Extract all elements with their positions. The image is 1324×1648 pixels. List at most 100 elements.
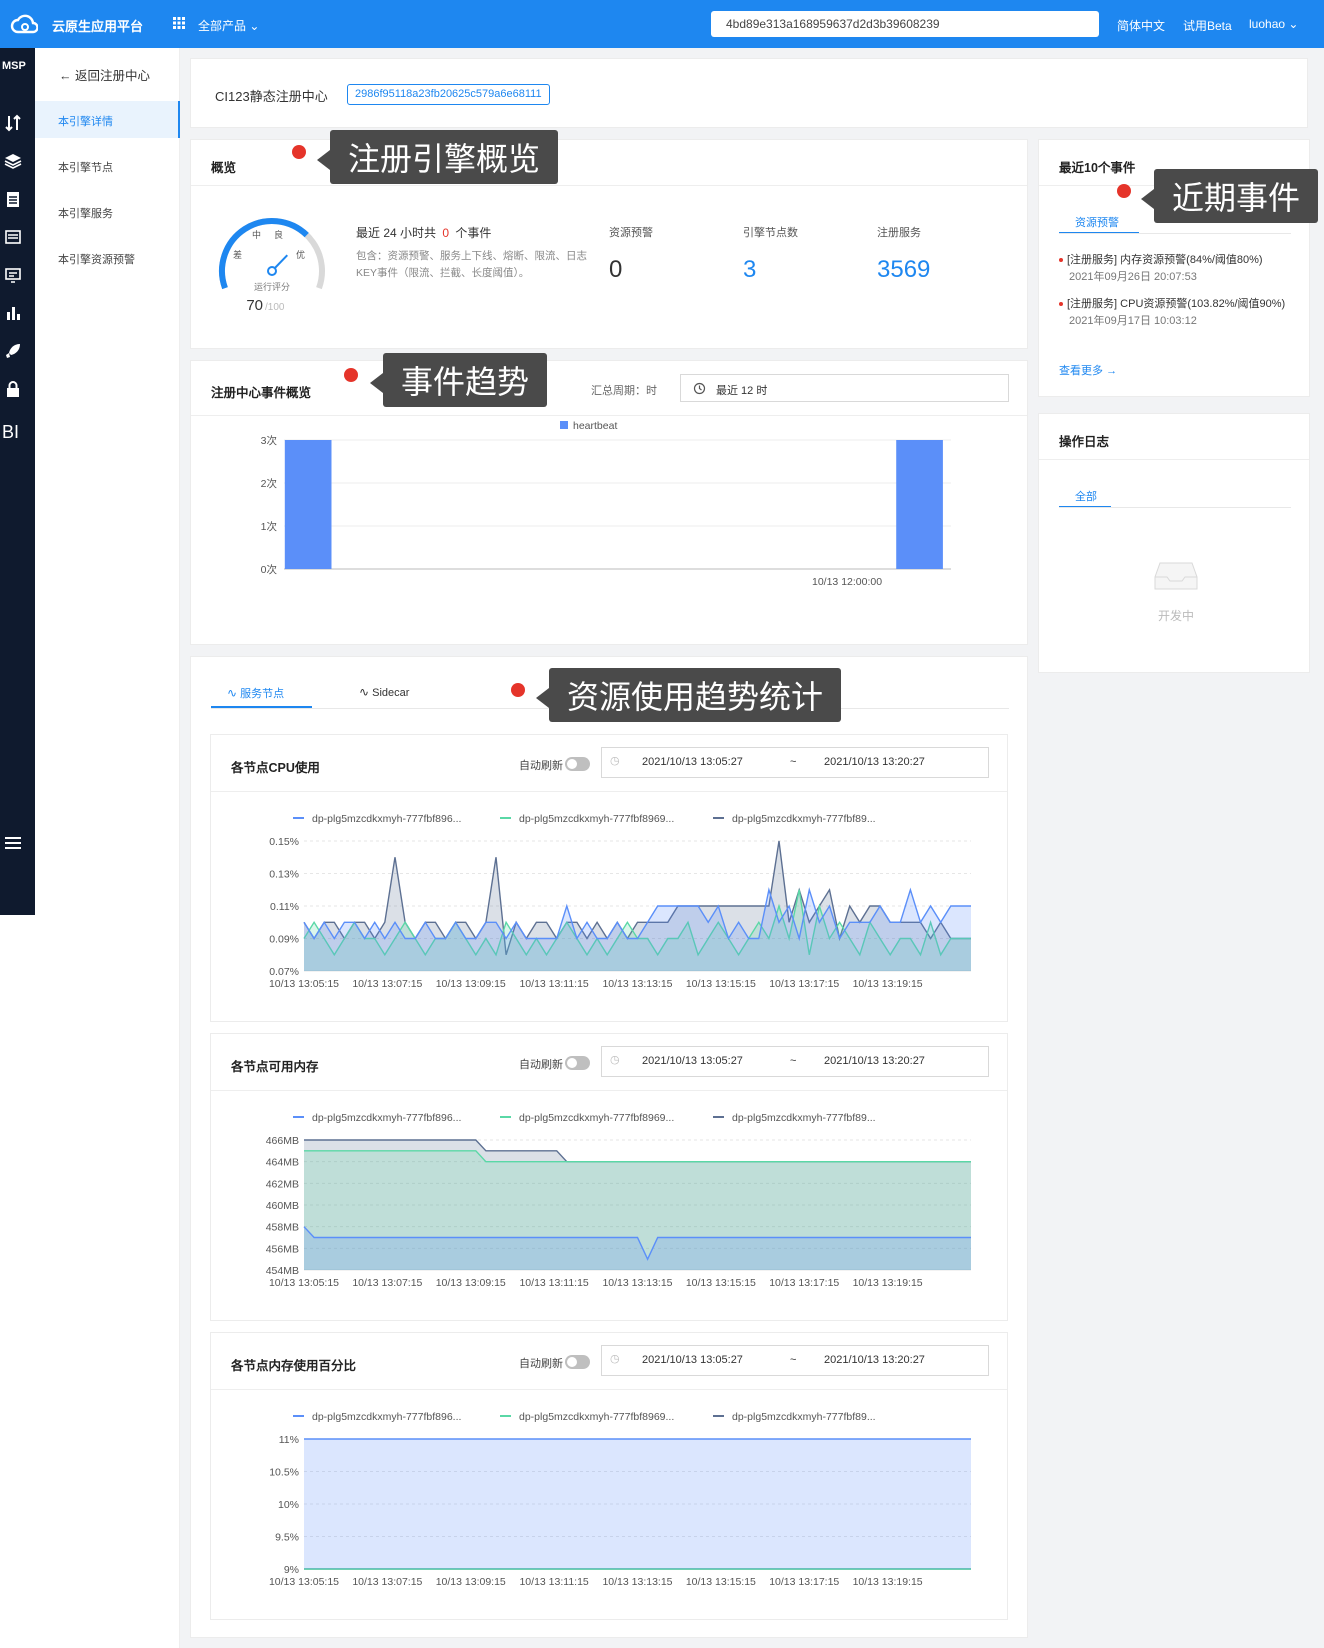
lock-icon[interactable] [4,380,22,398]
x-tick-label: 10/13 13:05:15 [269,978,339,990]
tab-sidecar-label: Sidecar [372,687,410,699]
pulse-icon: ∿ [227,686,238,700]
operation-log-title: 操作日志 [1059,435,1110,449]
subnav-item-engine-alerts[interactable]: 本引擎资源预警 [35,239,180,276]
x-tick-label: 10/13 13:13:15 [602,978,672,990]
auto-refresh-toggle[interactable] [565,1056,590,1070]
monitor-edit-icon[interactable] [4,266,22,284]
user-menu[interactable]: luohao ⌄ [1249,17,1298,31]
tab-sidecar[interactable]: ∿ Sidecar [359,685,409,699]
event-time: 2021年09月26日 20:07:53 [1069,271,1197,283]
y-tick-label: 454MB [266,1265,299,1277]
legend-label[interactable]: heartbeat [573,421,617,432]
y-tick-label: 3次 [261,434,278,447]
apps-grid-icon[interactable] [173,17,185,29]
stat-services-value[interactable]: 3569 [877,256,930,284]
x-tick-label: 10/13 13:09:15 [436,1277,506,1289]
back-link-label: 返回注册中心 [74,69,150,83]
event-item[interactable]: [注册服务] CPU资源预警(103.82%/阈值90%) 2021年09月17… [1059,297,1287,329]
menu-icon[interactable] [4,834,22,852]
y-tick-label: 10.5% [269,1467,299,1479]
sort-arrows-icon[interactable] [4,114,22,132]
user-name: luohao [1249,17,1286,31]
legend-label[interactable]: dp-plg5mzcdkxmyh-777fbf8969... [519,813,674,825]
arrow-left-icon: ← [59,69,72,83]
auto-refresh-label: 自动刷新 [519,760,563,772]
cloud-logo-icon[interactable] [10,12,38,36]
callout-dot [1117,184,1131,198]
bar-chart-icon[interactable] [4,304,22,322]
page-title: CI123静态注册中心 [215,89,328,104]
x-tick-label: 10/13 13:07:15 [352,1576,422,1588]
bar[interactable] [284,440,332,569]
x-tick-label: 10/13 13:09:15 [436,978,506,990]
event-time: 2021年09月17日 10:03:12 [1069,315,1197,327]
subnav-item-engine-services[interactable]: 本引擎服务 [35,193,180,230]
stat-nodes-value[interactable]: 3 [743,256,756,284]
view-more-link[interactable]: 查看更多 → [1059,362,1117,378]
date-range-picker[interactable]: ◷ 2021/10/13 13:05:27 ~ 2021/10/13 13:20… [601,747,989,778]
tab-all[interactable]: 全部 [1075,488,1097,504]
legend-label[interactable]: dp-plg5mzcdkxmyh-777fbf896... [312,1112,461,1124]
legend-label[interactable]: dp-plg5mzcdkxmyh-777fbf896... [312,1411,461,1423]
auto-refresh-toggle[interactable] [565,1355,590,1369]
y-tick-label: 0.09% [269,934,299,946]
event-trend-title: 注册中心事件概览 [211,386,312,400]
legend-label[interactable]: dp-plg5mzcdkxmyh-777fbf89... [732,813,876,825]
y-tick-label: 0.07% [269,966,299,978]
bi-icon[interactable]: BI [2,422,19,443]
gauge-label-excellent: 优 [296,249,305,260]
subnav-item-engine-detail[interactable]: 本引擎详情 [35,101,180,138]
legend-label[interactable]: dp-plg5mzcdkxmyh-777fbf89... [732,1411,876,1423]
back-link[interactable]: ← 返回注册中心 [59,65,150,84]
callout-event-trend: 事件趋势 [369,353,548,407]
y-tick-label: 0次 [261,563,278,576]
time-range-select[interactable]: 最近 12 时 [680,374,1009,402]
clipboard-icon[interactable] [4,190,22,208]
layers-icon[interactable] [4,152,22,170]
clock-icon: ◷ [610,1353,620,1365]
gauge-caption: 运行评分 [254,281,290,292]
legend-label[interactable]: dp-plg5mzcdkxmyh-777fbf8969... [519,1411,674,1423]
cpu-chart-title: 各节点CPU使用 [231,761,320,775]
events-prefix: 最近 24 小时共 [356,226,437,240]
all-products-menu[interactable]: 全部产品 ⌄ [198,17,259,34]
search-input[interactable]: 4bd89e313a168959637d2d3b39608239 [711,11,1099,37]
y-tick-label: 0.13% [269,869,299,881]
empty-inbox-icon [1154,562,1198,590]
x-tick-label: 10/13 13:19:15 [853,978,923,990]
auto-refresh-toggle[interactable] [565,757,590,771]
legend-label[interactable]: dp-plg5mzcdkxmyh-777fbf8969... [519,1112,674,1124]
terminal-icon[interactable] [4,228,22,246]
y-tick-label: 458MB [266,1222,299,1234]
range-tilde: ~ [790,756,797,768]
legend-label[interactable]: dp-plg5mzcdkxmyh-777fbf89... [732,1112,876,1124]
x-tick-label: 10/13 13:11:15 [519,1277,588,1289]
registry-id-badge[interactable]: 2986f95118a23fb20625c579a6e68111 [347,84,550,105]
empty-state-text: 开发中 [1157,609,1194,623]
memory-percent-area-chart: 9% 9.5% 10% 10.5% 11% 10/13 13:05:15 10/13 13:… [269,1411,971,1588]
beta-link[interactable]: 试用Beta [1183,17,1232,34]
language-switch[interactable]: 简体中文 [1117,17,1165,34]
subnav-item-engine-nodes[interactable]: 本引擎节点 [35,147,180,184]
tab-service-nodes[interactable]: ∿ 服务节点 [227,685,284,701]
time-range-value: 最近 12 时 [716,385,768,397]
platform-brand[interactable]: 云原生应用平台 [52,16,143,35]
score-gauge: 差 中 良 优 运行评分 70 /100 [219,218,325,314]
date-range-picker[interactable]: ◷ 2021/10/13 13:05:27 ~ 2021/10/13 13:20… [601,1046,989,1077]
bar[interactable] [896,440,943,569]
events-summary: 最近 24 小时共 0 个事件 [356,224,491,241]
x-tick-label: 10/13 13:11:15 [519,1576,588,1588]
legend-label[interactable]: dp-plg5mzcdkxmyh-777fbf896... [312,813,461,825]
range-start: 2021/10/13 13:05:27 [642,1055,743,1067]
tabs-divider [1059,233,1291,234]
event-item[interactable]: [注册服务] 内存资源预警(84%/阈值80%) 2021年09月26日 20:… [1059,253,1287,285]
date-range-picker[interactable]: ◷ 2021/10/13 13:05:27 ~ 2021/10/13 13:20… [601,1345,989,1376]
tab-resource-alerts[interactable]: 资源预警 [1075,214,1119,230]
y-tick-label: 0.15% [269,836,299,848]
x-tick-label: 10/13 13:19:15 [853,1576,923,1588]
range-end: 2021/10/13 13:20:27 [824,1354,925,1366]
rocket-icon[interactable] [4,342,22,360]
y-tick-label: 0.11% [270,901,299,913]
y-tick-label: 2次 [261,477,278,490]
